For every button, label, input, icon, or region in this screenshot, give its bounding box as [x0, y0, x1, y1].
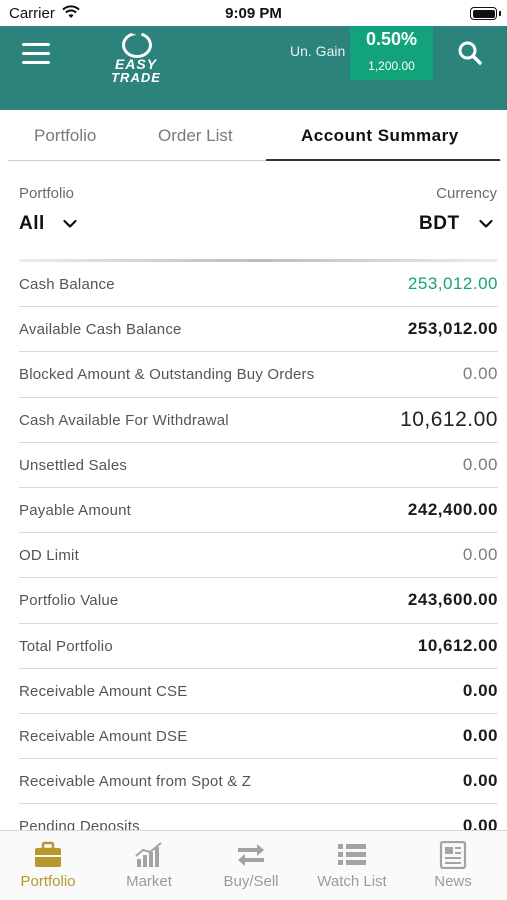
- nav-label: Portfolio: [20, 873, 76, 890]
- row-od-limit: OD Limit 0.00: [19, 533, 498, 579]
- tab-order-list[interactable]: Order List: [158, 126, 233, 146]
- active-tab-indicator: [266, 159, 500, 161]
- portfolio-dropdown-value[interactable]: All: [19, 213, 45, 235]
- bar-chart-icon: [135, 842, 162, 867]
- row-label: Receivable Amount from Spot & Z: [19, 773, 252, 791]
- currency-dropdown-value[interactable]: BDT: [419, 213, 460, 235]
- nav-label: News: [434, 873, 472, 890]
- app-header: EASY TRADE Un. Gain 0.50% 1,200.00: [0, 26, 507, 110]
- gain-percent: 0.50%: [365, 29, 418, 49]
- row-value: 242,400.00: [407, 499, 498, 519]
- row-label: Blocked Amount & Outstanding Buy Orders: [19, 366, 315, 384]
- row-value: 10,612.00: [417, 635, 498, 655]
- tab-account-summary[interactable]: Account Summary: [301, 126, 459, 146]
- row-value: 0.00: [462, 454, 498, 474]
- row-label: Receivable Amount DSE: [19, 727, 188, 745]
- account-summary-list[interactable]: Cash Balance 253,012.00 Available Cash B…: [19, 262, 498, 830]
- row-blocked-amount: Blocked Amount & Outstanding Buy Orders …: [19, 352, 498, 398]
- row-total-portfolio: Total Portfolio 10,612.00: [19, 624, 498, 669]
- logo-text-trade: TRADE: [111, 70, 161, 85]
- swap-arrows-icon: [238, 844, 264, 866]
- row-value: 0.00: [462, 364, 498, 384]
- row-receivable-cse: Receivable Amount CSE 0.00: [19, 669, 498, 714]
- row-value: 0.00: [462, 545, 498, 565]
- row-label: Available Cash Balance: [19, 321, 182, 339]
- row-available-cash-balance: Available Cash Balance 253,012.00: [19, 307, 498, 353]
- row-value: 253,012.00: [407, 319, 498, 339]
- row-receivable-dse: Receivable Amount DSE 0.00: [19, 714, 498, 760]
- bottom-tab-bar: Portfolio Market Buy/Sell Watch List New…: [0, 830, 507, 900]
- nav-label: Market: [126, 873, 172, 890]
- status-time: 9:09 PM: [225, 5, 282, 22]
- briefcase-icon: [35, 841, 61, 867]
- list-icon: [338, 844, 366, 865]
- search-icon[interactable]: [457, 40, 483, 66]
- row-value: 10,612.00: [400, 407, 498, 431]
- row-label: Payable Amount: [19, 501, 132, 519]
- row-label: Cash Balance: [19, 276, 115, 293]
- row-value: 0.00: [462, 680, 498, 700]
- row-cash-balance: Cash Balance 253,012.00: [19, 262, 498, 308]
- portfolio-filter-label: Portfolio: [19, 185, 75, 202]
- chevron-down-icon[interactable]: [479, 219, 493, 229]
- nav-label: Buy/Sell: [223, 873, 279, 890]
- logo-ring-icon: [122, 32, 152, 58]
- nav-label: Watch List: [317, 873, 387, 890]
- nav-news[interactable]: News: [403, 831, 503, 900]
- row-value: 0.00: [462, 771, 498, 791]
- easy-trade-logo: EASY TRADE: [98, 32, 174, 85]
- row-portfolio-value: Portfolio Value 243,600.00: [19, 578, 498, 624]
- unrealized-gain-badge: 0.50% 1,200.00: [350, 26, 433, 80]
- row-label: Pending Deposits: [19, 818, 140, 830]
- row-label: Portfolio Value: [19, 592, 119, 610]
- nav-watch-list[interactable]: Watch List: [302, 831, 402, 900]
- row-label: Cash Available For Withdrawal: [19, 411, 229, 429]
- row-payable-amount: Payable Amount 242,400.00: [19, 488, 498, 534]
- status-bar: Carrier 9:09 PM: [0, 0, 507, 26]
- row-cash-available-withdrawal: Cash Available For Withdrawal 10,612.00: [19, 398, 498, 443]
- nav-buy-sell[interactable]: Buy/Sell: [201, 831, 301, 900]
- row-label: OD Limit: [19, 547, 79, 565]
- battery-tip: [499, 11, 501, 16]
- row-unsettled-sales: Unsettled Sales 0.00: [19, 443, 498, 488]
- unrealized-gain-label: Un. Gain: [290, 43, 346, 59]
- gain-amount: 1,200.00: [368, 59, 415, 73]
- row-label: Total Portfolio: [19, 637, 113, 655]
- row-label: Receivable Amount CSE: [19, 682, 188, 700]
- battery-icon: [470, 7, 497, 20]
- row-value: 0.00: [462, 725, 498, 745]
- row-value: 243,600.00: [407, 590, 498, 610]
- row-receivable-spot-z: Receivable Amount from Spot & Z 0.00: [19, 759, 498, 805]
- newspaper-icon: [439, 841, 467, 869]
- row-value: 253,012.00: [407, 274, 498, 293]
- hamburger-menu-icon[interactable]: [22, 43, 52, 65]
- chevron-down-icon[interactable]: [63, 219, 77, 229]
- row-label: Unsettled Sales: [19, 456, 128, 474]
- tab-portfolio[interactable]: Portfolio: [34, 126, 96, 146]
- currency-filter-label: Currency: [436, 185, 497, 202]
- nav-market[interactable]: Market: [99, 831, 199, 900]
- top-tabs: Portfolio Order List Account Summary: [0, 110, 507, 162]
- row-value: 0.00: [462, 816, 498, 830]
- nav-portfolio[interactable]: Portfolio: [0, 831, 98, 900]
- row-pending-deposits: Pending Deposits 0.00: [19, 804, 498, 830]
